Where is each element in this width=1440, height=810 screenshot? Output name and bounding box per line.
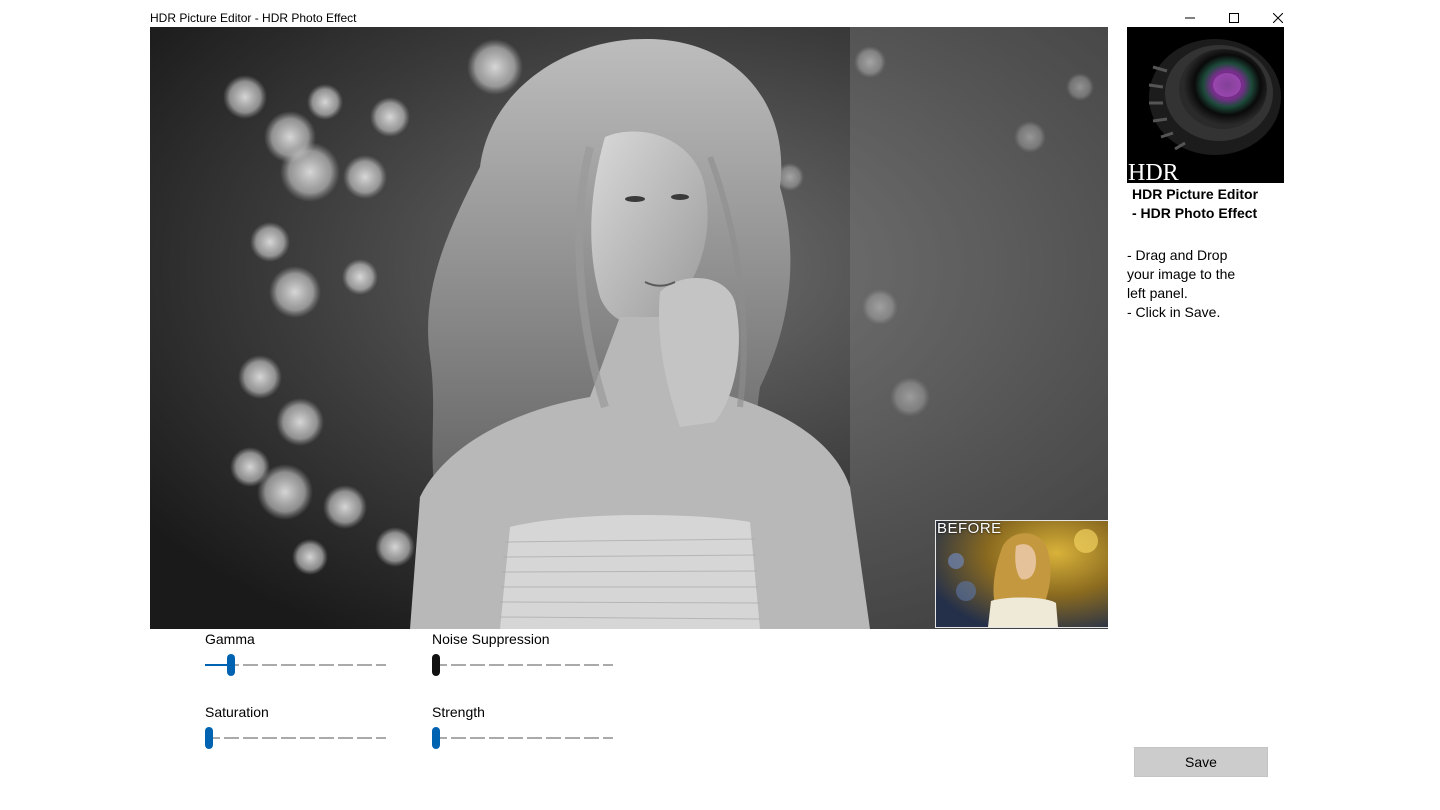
close-icon: [1273, 13, 1283, 23]
app-window: HDR Picture Editor - HDR Photo Effect BE…: [140, 0, 1300, 810]
slider-rail: [432, 737, 613, 739]
slider-thumb[interactable]: [432, 654, 440, 676]
noise-suppression-slider[interactable]: [432, 652, 617, 678]
slider-thumb[interactable]: [205, 727, 213, 749]
strength-slider-group: Strength: [432, 703, 617, 751]
gamma-slider-group: Gamma: [205, 630, 390, 678]
gamma-slider-label: Gamma: [205, 631, 255, 647]
before-thumbnail: BEFORE: [935, 520, 1108, 628]
gamma-slider[interactable]: [205, 652, 390, 678]
photo-drop-panel[interactable]: BEFORE: [150, 27, 1108, 629]
slider-thumb[interactable]: [227, 654, 235, 676]
slider-rail: [205, 737, 386, 739]
slider-fill: [205, 664, 227, 666]
noise-suppression-slider-group: Noise Suppression: [432, 630, 617, 678]
noise-suppression-slider-label: Noise Suppression: [432, 631, 550, 647]
app-heading: HDR Picture Editor - HDR Photo Effect: [1132, 186, 1259, 221]
info-sidebar: HDR HDR Picture Editor - HDR Photo Effec…: [1127, 27, 1287, 322]
saturation-slider[interactable]: [205, 725, 390, 751]
slider-rail: [432, 664, 613, 666]
window-title: HDR Picture Editor - HDR Photo Effect: [150, 11, 357, 25]
slider-thumb[interactable]: [432, 727, 440, 749]
strength-slider-label: Strength: [432, 704, 485, 720]
strength-slider[interactable]: [432, 725, 617, 751]
before-label: BEFORE: [937, 520, 1002, 537]
saturation-slider-group: Saturation: [205, 703, 390, 751]
save-button[interactable]: Save: [1134, 747, 1268, 777]
logo-text: HDR: [1128, 160, 1179, 183]
saturation-slider-label: Saturation: [205, 704, 269, 720]
app-logo: HDR: [1127, 27, 1284, 183]
minimize-icon: [1185, 17, 1195, 19]
maximize-icon: [1229, 13, 1239, 23]
instructions-text: - Drag and Drop your image to the left p…: [1127, 247, 1236, 320]
